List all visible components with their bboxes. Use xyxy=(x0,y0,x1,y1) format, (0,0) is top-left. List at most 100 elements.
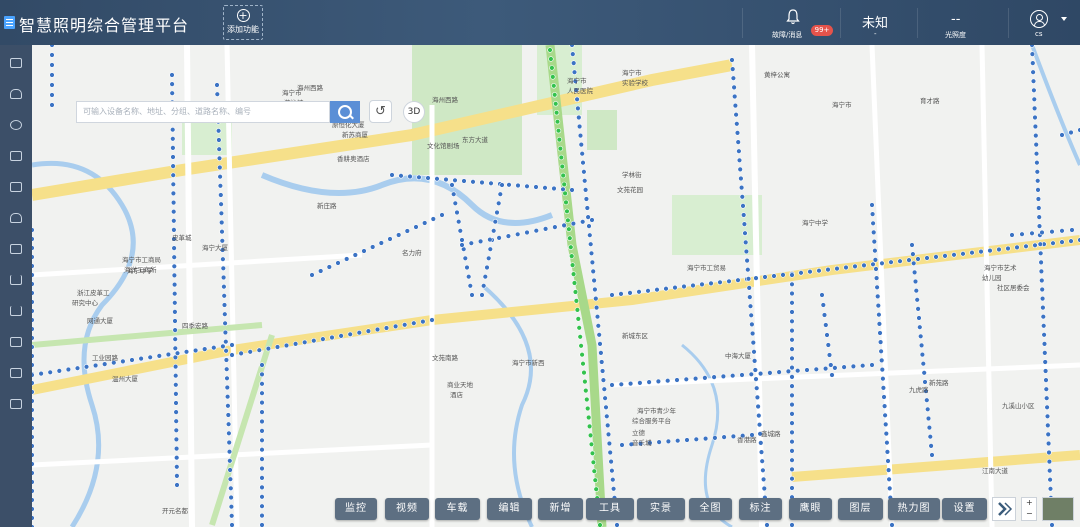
street-lamp-marker[interactable] xyxy=(173,436,180,443)
street-lamp-marker[interactable] xyxy=(434,176,440,182)
street-lamp-marker[interactable] xyxy=(218,192,224,198)
street-lamp-marker[interactable] xyxy=(224,384,231,391)
street-lamp-marker[interactable] xyxy=(1047,486,1054,492)
street-lamp-marker[interactable] xyxy=(173,382,179,388)
street-lamp-marker[interactable] xyxy=(461,178,467,184)
street-lamp-marker[interactable] xyxy=(789,290,795,297)
street-lamp-marker[interactable] xyxy=(92,362,99,369)
street-lamp-marker[interactable] xyxy=(229,352,235,358)
street-lamp-marker[interactable] xyxy=(734,121,740,127)
street-lamp-marker[interactable] xyxy=(496,235,502,241)
street-lamp-marker[interactable] xyxy=(219,238,226,244)
street-lamp-marker[interactable] xyxy=(746,285,752,291)
street-lamp-marker[interactable] xyxy=(173,409,179,415)
street-lamp-marker[interactable] xyxy=(575,105,581,112)
street-lamp-marker[interactable] xyxy=(751,358,758,364)
street-lamp-marker[interactable] xyxy=(681,283,687,290)
street-lamp-marker[interactable] xyxy=(1034,159,1040,166)
street-lamp-marker[interactable] xyxy=(870,220,876,227)
street-lamp-marker[interactable] xyxy=(172,363,179,370)
street-lamp-marker[interactable] xyxy=(834,265,840,272)
street-lamp-marker[interactable] xyxy=(1040,323,1047,329)
street-lamp-marker[interactable] xyxy=(574,307,581,313)
street-lamp-marker[interactable] xyxy=(872,248,878,254)
street-lamp-marker[interactable] xyxy=(1035,187,1041,193)
street-lamp-marker[interactable] xyxy=(1045,431,1051,438)
street-lamp-marker[interactable] xyxy=(915,256,921,262)
street-lamp-marker[interactable] xyxy=(737,166,743,173)
street-lamp-marker[interactable] xyxy=(1041,341,1048,347)
street-lamp-marker[interactable] xyxy=(411,320,417,326)
street-lamp-marker[interactable] xyxy=(577,132,584,139)
street-lamp-marker[interactable] xyxy=(172,345,179,351)
street-lamp-marker[interactable] xyxy=(645,288,651,294)
street-lamp-marker[interactable] xyxy=(880,385,887,391)
street-lamp-marker[interactable] xyxy=(216,155,223,162)
street-lamp-marker[interactable] xyxy=(396,232,402,238)
street-lamp-marker[interactable] xyxy=(926,424,933,431)
street-lamp-marker[interactable] xyxy=(172,291,178,297)
street-lamp-marker[interactable] xyxy=(1034,169,1040,175)
street-lamp-marker[interactable] xyxy=(583,196,590,202)
street-lamp-marker[interactable] xyxy=(886,485,893,492)
street-lamp-marker[interactable] xyxy=(580,361,586,367)
street-lamp-marker[interactable] xyxy=(928,443,934,449)
street-lamp-marker[interactable] xyxy=(554,118,561,125)
street-lamp-marker[interactable] xyxy=(748,371,754,377)
street-lamp-marker[interactable] xyxy=(552,101,559,107)
street-lamp-marker[interactable] xyxy=(1039,286,1045,293)
street-lamp-marker[interactable] xyxy=(259,418,265,425)
street-lamp-marker[interactable] xyxy=(789,272,795,278)
street-lamp-marker[interactable] xyxy=(227,467,233,473)
street-lamp-marker[interactable] xyxy=(1033,132,1039,139)
street-lamp-marker[interactable] xyxy=(592,286,598,293)
street-lamp-marker[interactable] xyxy=(789,383,795,389)
street-lamp-marker[interactable] xyxy=(1029,45,1035,48)
street-lamp-marker[interactable] xyxy=(404,228,410,234)
street-lamp-marker[interactable] xyxy=(398,173,404,179)
street-lamp-marker[interactable] xyxy=(383,325,390,331)
street-lamp-marker[interactable] xyxy=(711,374,717,380)
street-lamp-marker[interactable] xyxy=(224,394,231,400)
street-lamp-marker[interactable] xyxy=(470,179,476,185)
street-lamp-marker[interactable] xyxy=(609,292,615,298)
street-lamp-marker[interactable] xyxy=(584,405,591,412)
street-lamp-marker[interactable] xyxy=(183,349,190,355)
street-lamp-marker[interactable] xyxy=(871,238,877,245)
street-lamp-marker[interactable] xyxy=(32,236,35,242)
street-lamp-marker[interactable] xyxy=(743,248,750,255)
street-lamp-marker[interactable] xyxy=(32,470,35,476)
street-lamp-marker[interactable] xyxy=(789,411,795,417)
street-lamp-marker[interactable] xyxy=(479,292,485,298)
street-lamp-marker[interactable] xyxy=(171,218,177,224)
street-lamp-marker[interactable] xyxy=(1033,141,1039,148)
street-lamp-marker[interactable] xyxy=(736,148,742,154)
street-lamp-marker[interactable] xyxy=(170,190,177,197)
street-lamp-marker[interactable] xyxy=(821,312,828,318)
street-lamp-marker[interactable] xyxy=(570,51,576,57)
street-lamp-marker[interactable] xyxy=(884,449,891,455)
toggle-3d-button[interactable]: 3D xyxy=(403,101,425,123)
street-lamp-marker[interactable] xyxy=(420,318,426,325)
street-lamp-marker[interactable] xyxy=(780,272,786,278)
street-lamp-marker[interactable] xyxy=(877,339,884,345)
street-lamp-marker[interactable] xyxy=(767,370,773,376)
street-lamp-marker[interactable] xyxy=(452,200,458,207)
street-lamp-marker[interactable] xyxy=(32,290,35,296)
tools-button[interactable]: 工具 xyxy=(586,498,634,520)
street-lamp-marker[interactable] xyxy=(1059,228,1065,234)
list-icon[interactable] xyxy=(10,151,22,161)
street-lamp-marker[interactable] xyxy=(702,435,709,442)
street-lamp-marker[interactable] xyxy=(1023,243,1029,250)
street-lamp-marker[interactable] xyxy=(731,84,737,91)
street-lamp-marker[interactable] xyxy=(684,437,690,443)
street-lamp-marker[interactable] xyxy=(562,190,568,197)
street-lamp-marker[interactable] xyxy=(873,275,880,281)
street-lamp-marker[interactable] xyxy=(749,330,756,337)
street-lamp-marker[interactable] xyxy=(919,351,926,358)
street-lamp-marker[interactable] xyxy=(593,304,600,311)
street-lamp-marker[interactable] xyxy=(468,240,474,246)
street-lamp-marker[interactable] xyxy=(32,407,35,413)
street-lamp-marker[interactable] xyxy=(850,363,857,370)
street-lamp-marker[interactable] xyxy=(598,359,605,365)
